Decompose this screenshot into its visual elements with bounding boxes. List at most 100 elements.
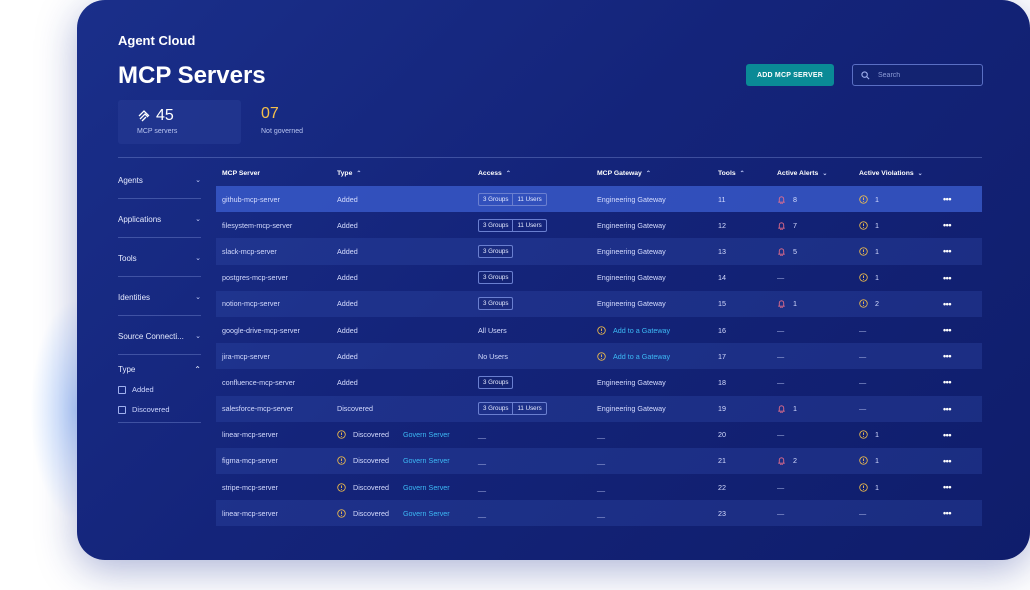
access-chips: 3 Groups 11 Users: [478, 402, 547, 416]
violations-count: 1: [875, 456, 879, 466]
checkbox[interactable]: [118, 385, 126, 394]
filter-source-connections[interactable]: Source Connecti... ⌄: [118, 316, 201, 355]
type-cell: Added: [337, 326, 478, 335]
violations-cell: 1: [859, 221, 937, 230]
access-cell: 3 Groups 11 Users: [478, 402, 597, 416]
access-chips: 3 Groups 11 Users: [478, 218, 547, 232]
filter-identities[interactable]: Identities ⌄: [118, 277, 201, 316]
filter-tools[interactable]: Tools ⌄: [118, 238, 201, 277]
row-menu-icon[interactable]: •••: [937, 456, 957, 466]
table-row[interactable]: figma-mcp-server Discovered Govern Server _…: [216, 447, 982, 475]
type-cell: Added: [337, 247, 478, 256]
row-menu-icon[interactable]: •••: [937, 273, 957, 283]
violations-count: 1: [875, 482, 879, 492]
govern-server-link[interactable]: Govern Server: [403, 456, 450, 465]
violation-icon: [859, 430, 868, 439]
violations-count: 1: [875, 430, 879, 440]
tools-count: 22: [718, 482, 726, 492]
access-text: __: [478, 482, 486, 492]
table-row[interactable]: google-drive-mcp-server Added All Users Add…: [216, 317, 982, 343]
alerts-count: 5: [793, 246, 797, 256]
row-menu-icon[interactable]: •••: [937, 246, 957, 256]
alerts-count: —: [777, 351, 785, 361]
search-input[interactable]: [876, 70, 976, 80]
page-title: MCP Servers: [118, 62, 266, 89]
alerts-count: 8: [793, 194, 797, 204]
violations-cell: —: [859, 352, 937, 361]
column-header-access[interactable]: Access ⌃: [478, 170, 597, 177]
row-menu-icon[interactable]: •••: [937, 404, 957, 414]
app-title: Agent Cloud: [118, 33, 196, 48]
govern-server-link[interactable]: Govern Server: [403, 483, 450, 492]
add-to-gateway-link[interactable]: Add to a Gateway: [613, 352, 670, 361]
table-row[interactable]: slack-mcp-server Added 3 Groups Engineering…: [216, 238, 982, 265]
groups-chip: 3 Groups: [483, 195, 509, 203]
gateway-cell: Engineering Gateway: [597, 221, 718, 230]
column-header-type[interactable]: Type ⌃: [337, 170, 478, 177]
server-name: linear-mcp-server: [222, 430, 278, 440]
chevron-up-icon: ⌃: [194, 365, 201, 374]
row-menu-icon[interactable]: •••: [937, 220, 957, 230]
column-header-active-alerts[interactable]: Active Alerts ⌄: [777, 170, 859, 177]
row-menu-icon[interactable]: •••: [937, 430, 957, 440]
column-header-mcp-server: MCP Server: [222, 169, 261, 177]
type-cell: Added: [337, 221, 478, 230]
table-row[interactable]: github-mcp-server Added 3 Groups 11 Users En…: [216, 186, 982, 213]
gateway-name: __: [597, 430, 605, 440]
table-row[interactable]: linear-mcp-server Discovered Govern Server…: [216, 500, 982, 527]
gateway-name: __: [597, 456, 605, 466]
type-option-added[interactable]: Added: [118, 385, 201, 394]
table-row[interactable]: filesystem-mcp-server Added 3 Groups 11 Use…: [216, 212, 982, 238]
filter-type: Type ⌃ Added Discovered: [118, 355, 201, 423]
filter-agents[interactable]: Agents ⌄: [118, 160, 201, 199]
type-option-discovered[interactable]: Discovered: [118, 405, 201, 414]
access-text: __: [478, 508, 486, 518]
table-row[interactable]: postgres-mcp-server Added 3 Groups Engineer…: [216, 265, 982, 291]
tools-count: 23: [718, 508, 726, 518]
column-header-active-violations[interactable]: Active Violations ⌄: [859, 170, 937, 177]
tools-count: 16: [718, 325, 726, 335]
table-row[interactable]: notion-mcp-server Added 3 Groups Engineerin…: [216, 290, 982, 317]
gateway-name: Engineering Gateway: [597, 273, 666, 283]
search-box[interactable]: [852, 64, 983, 86]
alerts-cell: 1: [777, 299, 859, 309]
type-label: Discovered: [353, 456, 389, 466]
filter-type-header[interactable]: Type ⌃: [118, 365, 201, 374]
server-name: confluence-mcp-server: [222, 377, 296, 387]
filter-applications[interactable]: Applications ⌄: [118, 199, 201, 238]
alerts-cell: 2: [777, 456, 859, 466]
type-label: Added: [337, 351, 358, 361]
column-header-tools[interactable]: Tools ⌃: [718, 170, 777, 177]
warning-icon: [337, 456, 346, 466]
gateway-cell: __: [597, 456, 718, 465]
checkbox[interactable]: [118, 405, 126, 414]
column-header-mcp-gateway[interactable]: MCP Gateway ⌃: [597, 170, 718, 177]
row-menu-icon[interactable]: •••: [937, 325, 957, 335]
table-row[interactable]: confluence-mcp-server Added 3 Groups Engine…: [216, 369, 982, 395]
row-menu-icon[interactable]: •••: [937, 377, 957, 387]
access-cell: 3 Groups: [478, 375, 597, 389]
table-row[interactable]: stripe-mcp-server Discovered Govern Server…: [216, 474, 982, 500]
access-text: __: [478, 430, 486, 440]
table-row[interactable]: salesforce-mcp-server Discovered 3 Groups 1…: [216, 395, 982, 422]
add-to-gateway-link[interactable]: Add to a Gateway: [613, 326, 670, 335]
chevron-down-icon: ⌄: [195, 216, 201, 223]
add-mcp-server-button[interactable]: ADD MCP SERVER: [746, 64, 834, 86]
gateway-name: __: [597, 482, 605, 492]
violations-count: 2: [875, 299, 879, 309]
row-menu-icon[interactable]: •••: [937, 299, 957, 309]
server-name: github-mcp-server: [222, 194, 280, 204]
govern-server-link[interactable]: Govern Server: [403, 509, 450, 518]
table-row[interactable]: linear-mcp-server Discovered Govern Server…: [216, 422, 982, 448]
table-row[interactable]: jira-mcp-server Added No Users Add to a Gat…: [216, 343, 982, 370]
govern-server-link[interactable]: Govern Server: [403, 430, 450, 439]
row-menu-icon[interactable]: •••: [937, 194, 957, 204]
alerts-count: 1: [793, 299, 797, 309]
row-menu-icon[interactable]: •••: [937, 351, 957, 361]
violations-count: 1: [875, 273, 879, 283]
row-menu-icon[interactable]: •••: [937, 508, 957, 518]
tools-count: 14: [718, 273, 726, 283]
row-menu-icon[interactable]: •••: [937, 482, 957, 492]
gateway-cell: Engineering Gateway: [597, 195, 718, 204]
sort-down-icon: ⌄: [917, 170, 923, 177]
